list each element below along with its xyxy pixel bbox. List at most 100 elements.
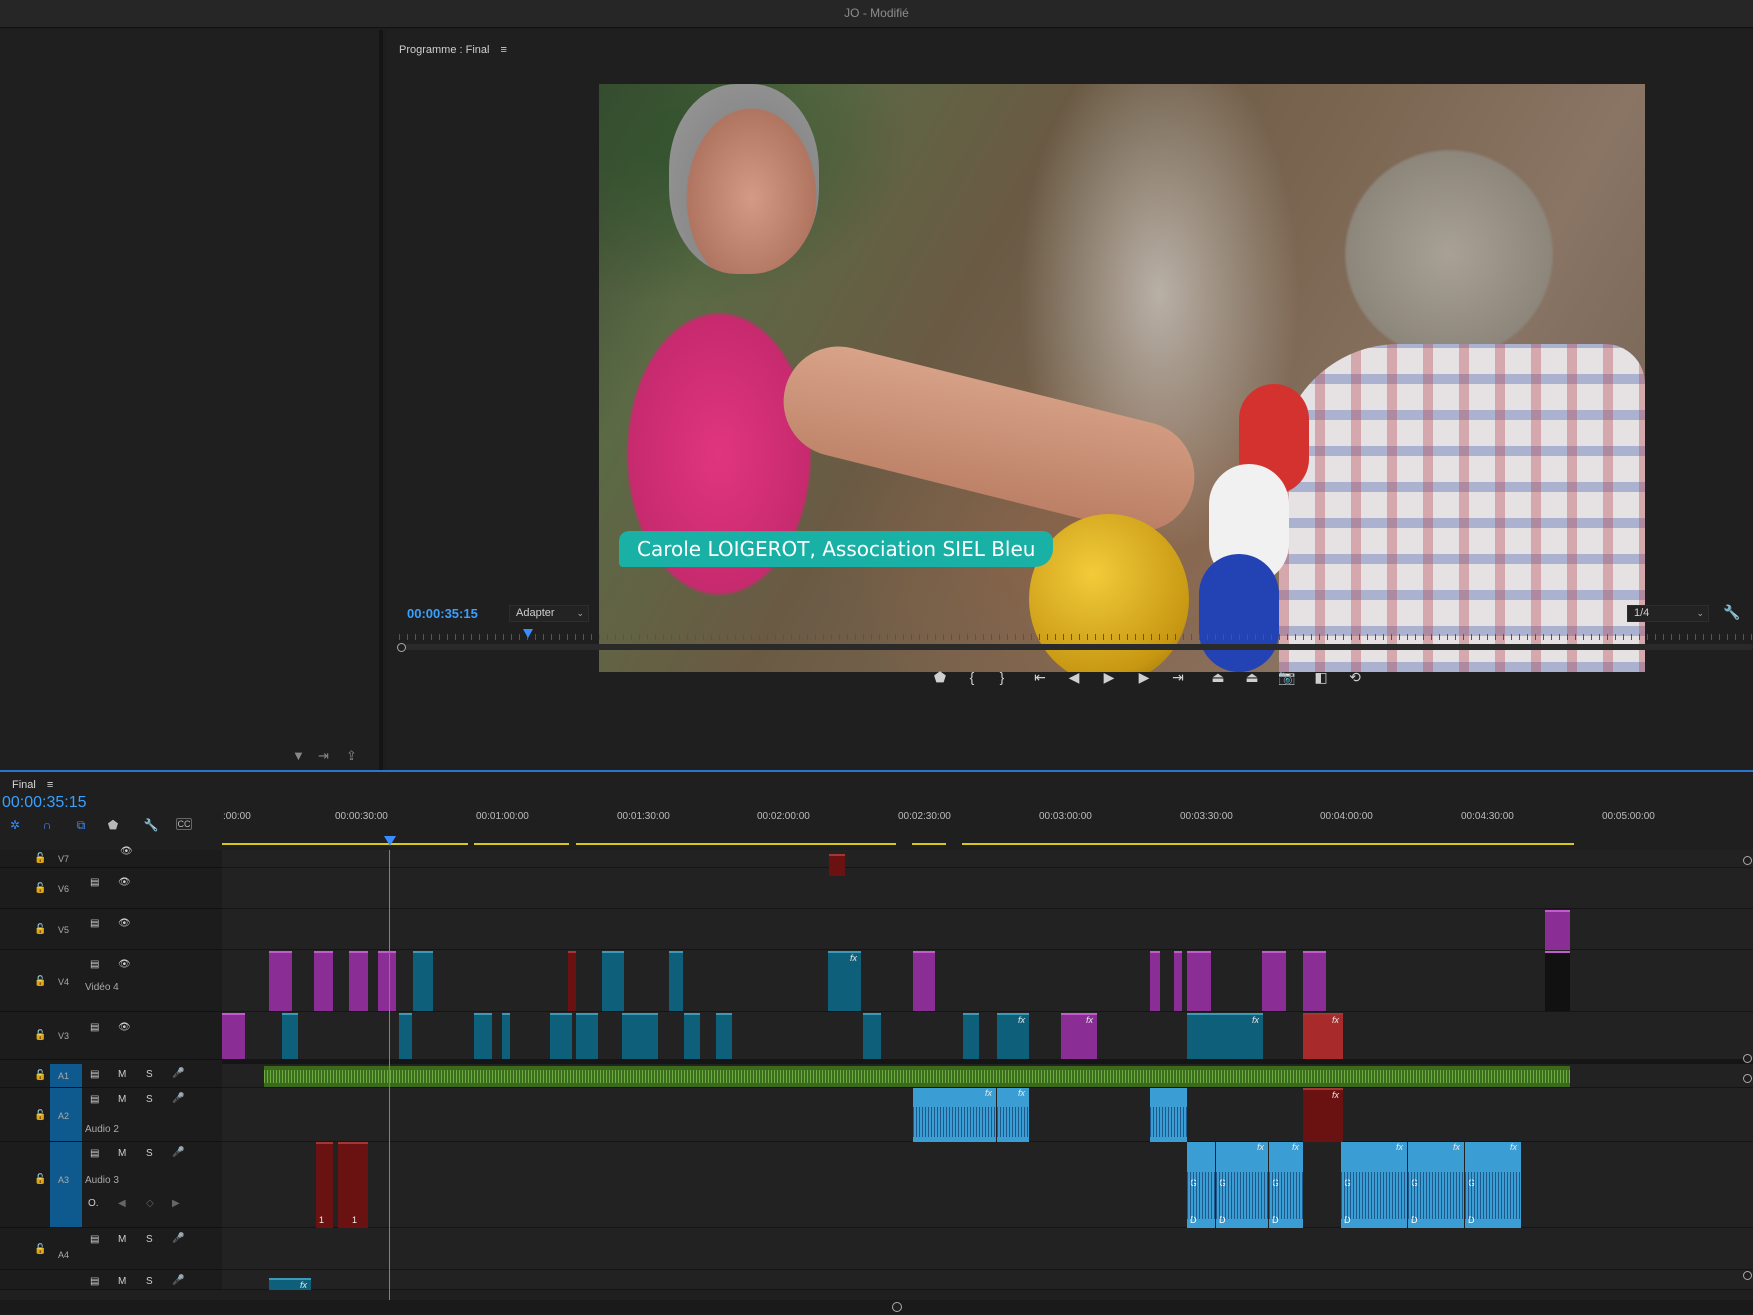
sync-lock-icon[interactable]: ▤ [90,959,99,970]
audio-clip[interactable]: fxGD [1216,1142,1268,1228]
lock-icon[interactable]: 🔓 [34,853,46,864]
eye-icon[interactable]: 👁 [118,918,131,929]
clip[interactable]: fx [1061,1013,1097,1059]
play-icon[interactable]: ▶ [1096,666,1122,688]
wrench-icon[interactable]: 🔧 [142,818,160,832]
clip[interactable]: fx [828,951,861,1011]
audio-clip[interactable]: fx [1303,1088,1343,1142]
track-lane-v3[interactable]: fx fx fx fx [222,1012,1753,1060]
track-lane-a1[interactable] [222,1064,1753,1088]
timeline-timecode[interactable]: 00:00:35:15 [2,794,87,812]
audio-scroll-handle[interactable] [1743,1271,1752,1280]
insert-icon[interactable]: ⇥ [318,748,329,764]
sync-lock-icon[interactable]: ▤ [90,1094,99,1105]
track-lane-v5[interactable] [222,909,1753,950]
eye-icon[interactable]: 👁 [118,1022,131,1033]
step-back-icon[interactable]: ◀ [1061,666,1087,688]
clip[interactable]: fx [1187,1013,1263,1059]
solo-button[interactable]: S [146,1148,153,1159]
monitor-playhead[interactable] [522,629,533,638]
lock-icon[interactable]: 🔓 [34,1110,46,1121]
clip[interactable] [576,1013,598,1059]
clip[interactable] [269,951,292,1011]
mute-button[interactable]: M [118,1148,126,1159]
clip[interactable] [399,1013,412,1059]
clip[interactable] [282,1013,298,1059]
clip[interactable] [1150,951,1160,1011]
export-icon[interactable]: ⇪ [346,748,357,764]
clip[interactable] [568,951,576,1011]
sync-lock-icon[interactable]: ▤ [90,1148,99,1159]
filter-icon[interactable]: ▼ [292,748,305,763]
audio-clip[interactable]: fx [997,1088,1029,1142]
step-forward-icon[interactable]: ▶ [1131,666,1157,688]
clip[interactable] [863,1013,881,1059]
track-label[interactable]: A4 [58,1250,69,1260]
mark-out-icon[interactable]: } [989,666,1015,688]
microphone-icon[interactable]: 🎤 [172,1147,184,1158]
clip[interactable] [913,951,935,1011]
clip[interactable]: fx [269,1278,311,1290]
track-label[interactable]: A3 [58,1175,69,1185]
previous-keyframe-icon[interactable]: ◀ [118,1198,126,1209]
go-to-out-icon[interactable]: ⇥ [1165,666,1191,688]
audio-clip[interactable]: fxGD [1269,1142,1303,1228]
audio-scroll-handle[interactable] [1743,1074,1752,1083]
wrench-icon[interactable]: 🔧 [1723,604,1740,621]
audio-clip[interactable] [264,1066,1570,1087]
panel-menu-icon[interactable]: ≡ [47,779,53,791]
clip[interactable] [684,1013,700,1059]
clip[interactable] [349,951,368,1011]
scroll-handle[interactable] [892,1302,902,1312]
add-keyframe-icon[interactable]: ◇ [146,1198,154,1209]
lock-icon[interactable]: 🔓 [34,924,46,935]
track-name[interactable]: Audio 3 [85,1175,119,1186]
next-keyframe-icon[interactable]: ▶ [172,1198,180,1209]
captions-icon[interactable]: CC [176,818,192,830]
track-name[interactable]: Audio 2 [85,1124,119,1135]
clip[interactable] [314,951,333,1011]
video-scroll-handle[interactable] [1743,856,1752,865]
audio-clip[interactable]: GD [1187,1142,1215,1228]
clip[interactable] [413,951,433,1011]
mute-button[interactable]: M [118,1094,126,1105]
solo-button[interactable]: S [146,1234,153,1245]
track-label[interactable]: A1 [58,1071,69,1081]
clip[interactable] [716,1013,732,1059]
timeline-tab[interactable]: Final ≡ [12,779,53,791]
clip[interactable]: fx [997,1013,1029,1059]
sync-lock-icon[interactable]: ▤ [90,1069,99,1080]
solo-button[interactable]: S [146,1094,153,1105]
microphone-icon[interactable]: 🎤 [172,1233,184,1244]
clip[interactable] [669,951,683,1011]
microphone-icon[interactable]: 🎤 [172,1093,184,1104]
go-to-in-icon[interactable]: ⇤ [1027,666,1053,688]
snap-icon[interactable]: ∩ [38,818,56,832]
track-lane-a4[interactable] [222,1228,1753,1270]
track-lane-v7[interactable] [222,850,1753,876]
timeline-playhead[interactable] [384,836,396,846]
sync-lock-icon[interactable]: ▤ [90,1022,99,1033]
compare-icon[interactable]: ◧ [1308,666,1334,688]
nest-icon[interactable]: ✲ [6,818,24,832]
clip[interactable] [622,1013,658,1059]
mute-button[interactable]: M [118,1069,126,1080]
track-lane-a5[interactable]: fx [222,1270,1753,1290]
track-label[interactable]: V6 [58,884,69,894]
extract-icon[interactable]: ⏏ [1239,666,1265,688]
eye-icon[interactable]: 👁 [120,846,133,857]
program-monitor-title[interactable]: Programme : Final ≡ [399,44,507,56]
lock-icon[interactable]: 🔓 [34,1174,46,1185]
clip[interactable] [1545,951,1570,1011]
timeline-ruler[interactable]: :00:00 00:00:30:00 00:01:00:00 00:01:30:… [222,802,1753,828]
multicam-icon[interactable]: ⟲ [1342,666,1368,688]
audio-clip[interactable]: fxGD [1465,1142,1521,1228]
audio-clip[interactable]: fxGD [1341,1142,1407,1228]
sync-lock-icon[interactable]: ▤ [90,1276,99,1287]
clip[interactable] [1545,910,1570,950]
playback-resolution-dropdown[interactable]: 1/4 ⌄ [1627,605,1709,622]
mark-in-icon[interactable]: { [959,666,985,688]
audio-clip[interactable] [1150,1088,1187,1142]
track-label[interactable]: V3 [58,1031,69,1041]
lock-icon[interactable]: 🔓 [34,1244,46,1255]
